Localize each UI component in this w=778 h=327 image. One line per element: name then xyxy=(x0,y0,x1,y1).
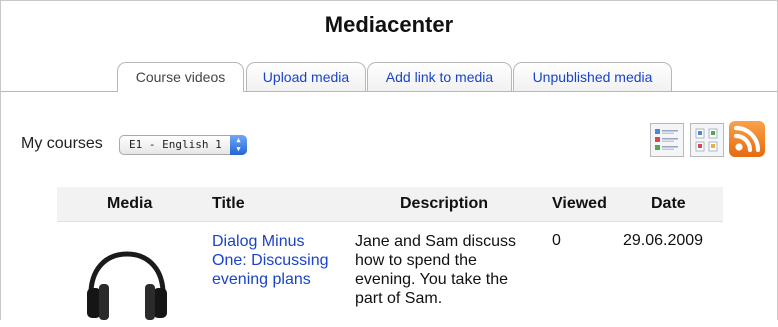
grid-view-icon[interactable] xyxy=(690,123,724,157)
tab-unpublished-media[interactable]: Unpublished media xyxy=(513,62,672,91)
select-arrows-icon[interactable]: ▲ ▼ xyxy=(230,135,247,155)
page-title: Mediacenter xyxy=(324,12,454,37)
media-title-link[interactable]: Dialog Minus One: Discussing evening pla… xyxy=(212,232,342,289)
window-top-border xyxy=(0,0,778,1)
tab-add-link-to-media[interactable]: Add link to media xyxy=(367,62,512,91)
course-filter-label: My courses xyxy=(21,135,103,152)
media-date: 29.06.2009 xyxy=(623,232,704,249)
table-header-row: Media Title Description Viewed Date xyxy=(57,187,723,221)
header-description: Description xyxy=(400,195,489,212)
tab-course-videos[interactable]: Course videos xyxy=(117,62,244,92)
course-select-value: E1 - English 1 xyxy=(129,138,222,151)
media-viewed-count: 0 xyxy=(552,232,561,249)
header-media: Media xyxy=(107,195,153,212)
rss-feed-icon[interactable] xyxy=(729,121,765,157)
window-left-border xyxy=(0,0,1,320)
media-description: Jane and Sam discuss how to spend the ev… xyxy=(355,233,516,307)
header-date: Date xyxy=(651,195,686,212)
tab-upload-media[interactable]: Upload media xyxy=(246,62,366,91)
headphones-icon[interactable] xyxy=(77,244,177,322)
list-view-icon[interactable] xyxy=(650,123,684,157)
table-row: Dialog Minus One: Discussing evening pla… xyxy=(57,221,723,321)
course-select[interactable]: E1 - English 1 ▲ ▼ xyxy=(119,135,247,155)
header-viewed: Viewed xyxy=(552,195,607,212)
header-title: Title xyxy=(212,195,245,212)
media-table: Media Title Description Viewed Date Dial… xyxy=(57,187,723,321)
